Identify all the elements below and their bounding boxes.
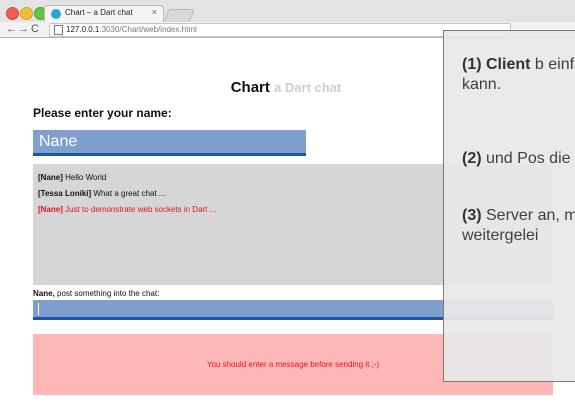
name-input[interactable]: Nane (33, 130, 306, 156)
text-caret (38, 303, 39, 315)
page-icon (54, 25, 63, 35)
annotation-2-bold: (2) (462, 150, 482, 167)
reload-icon[interactable]: C (31, 22, 39, 37)
chat-message: [Tessa Loniki] What a great chat ... (38, 189, 165, 198)
minimize-window-button[interactable] (20, 7, 33, 20)
back-arrow-icon[interactable]: ← (6, 22, 17, 37)
annotation-paragraph-3: (3) Server an, mit den empfanger weiterg… (462, 206, 575, 246)
annotation-3-bold: (3) (462, 207, 482, 224)
browser-tab[interactable]: Chart – a Dart chat × (44, 5, 164, 22)
annotation-paragraph-2: (2) und Pos die an eine (462, 149, 575, 169)
page-subtitle: a Dart chat (274, 80, 342, 95)
message-author: [Tessa Loniki] (38, 189, 92, 198)
message-text: What a great chat ... (91, 189, 166, 198)
close-window-button[interactable] (6, 7, 19, 20)
message-text: Just to demonstrate web sockets in Dart … (62, 205, 217, 214)
annotation-2-text: und Pos die an eine (486, 150, 575, 167)
name-prompt-label: Please enter your name: (33, 106, 172, 120)
tab-close-icon[interactable]: × (152, 7, 157, 17)
message-author: [Nane] (38, 173, 63, 182)
url-path: :3030/Chart/web/index.html (99, 25, 197, 34)
dart-favicon-icon (51, 9, 61, 19)
message-text: Hello World (62, 173, 107, 182)
post-label-name: Nane, (33, 289, 55, 298)
chat-message: [Nane] Just to demonstrate web sockets i… (38, 205, 216, 214)
new-tab-button[interactable] (163, 9, 195, 23)
post-label-text: post something into the chat: (54, 289, 160, 298)
tab-title: Chart – a Dart chat (65, 8, 133, 17)
annotation-1-bold: (1) Client (462, 56, 531, 73)
url-host: 127.0.0.1 (66, 25, 100, 34)
annotation-paragraph-1: (1) Client b einfachen I Nutzer eine kan… (462, 55, 575, 95)
message-author: [Nane] (38, 205, 63, 214)
annotation-overlay: (1) Client b einfachen I Nutzer eine kan… (443, 30, 575, 382)
address-bar[interactable]: 127.0.0.1:3030/Chart/web/index.html (49, 23, 511, 37)
url-text: 127.0.0.1:3030/Chart/web/index.html (66, 24, 197, 36)
page-title-main: Chart (230, 79, 270, 96)
forward-arrow-icon[interactable]: → (18, 22, 29, 37)
post-prompt-label: Nane, post something into the chat: (33, 289, 159, 298)
chat-message: [Nane] Hello World (38, 173, 106, 182)
